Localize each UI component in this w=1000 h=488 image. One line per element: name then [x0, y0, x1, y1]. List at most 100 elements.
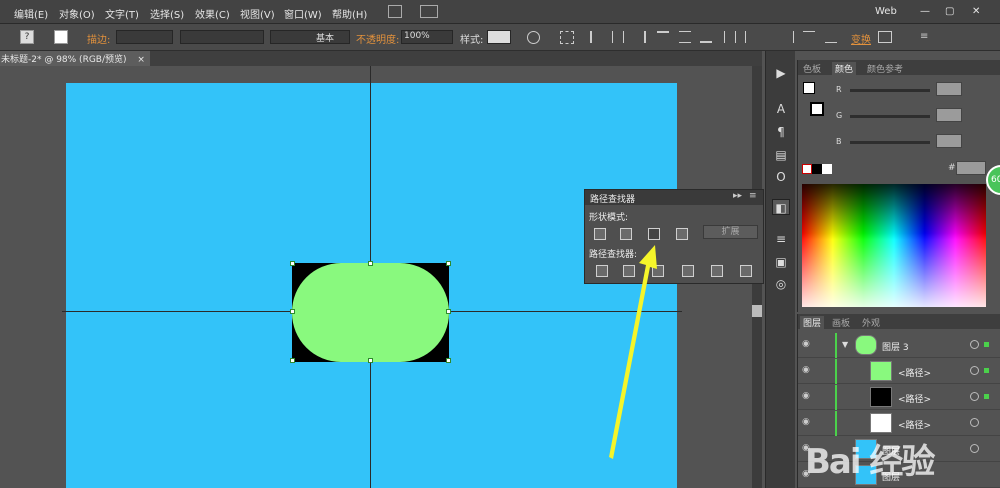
- none-swatch[interactable]: [802, 164, 812, 174]
- visibility-eye-icon[interactable]: ◉: [802, 365, 812, 375]
- path-name[interactable]: <路径>: [898, 366, 931, 379]
- gradient-panel-icon[interactable]: ▣: [772, 254, 790, 270]
- align-to-icon[interactable]: [560, 31, 574, 44]
- outline-icon[interactable]: [711, 265, 723, 277]
- selection-handle[interactable]: [290, 309, 295, 314]
- transparency-panel-icon[interactable]: ◎: [772, 276, 790, 292]
- pathfinder-panel-icon[interactable]: ◧: [772, 199, 790, 215]
- minus-front-icon[interactable]: [620, 228, 632, 240]
- transform-link[interactable]: 变换: [851, 31, 871, 46]
- menu-edit[interactable]: 编辑(E): [14, 6, 48, 21]
- selection-handle[interactable]: [290, 358, 295, 363]
- menu-object[interactable]: 对象(O): [59, 6, 95, 21]
- exclude-icon[interactable]: [676, 228, 688, 240]
- distribute-top-icon[interactable]: [803, 31, 815, 43]
- arrange-docs-icon[interactable]: [420, 5, 438, 18]
- intersect-icon[interactable]: [648, 228, 660, 240]
- layer-name[interactable]: 图层 3: [882, 340, 909, 353]
- paragraph-icon[interactable]: ¶: [772, 124, 790, 140]
- fill-swatch[interactable]: ?: [20, 30, 34, 44]
- tab-appearance[interactable]: 外观: [862, 316, 880, 329]
- layer-row[interactable]: ◉ <路径>: [798, 359, 1000, 384]
- white-swatch[interactable]: [822, 164, 832, 174]
- menu-view[interactable]: 视图(V): [240, 6, 275, 21]
- stroke-swatch[interactable]: [54, 30, 68, 44]
- layer-row[interactable]: ◉ <路径>: [798, 385, 1000, 410]
- character-icon[interactable]: A: [772, 101, 790, 117]
- visibility-eye-icon[interactable]: ◉: [802, 339, 812, 349]
- selection-handle[interactable]: [290, 261, 295, 266]
- menu-window[interactable]: 窗口(W): [284, 6, 322, 21]
- pathfinder-header[interactable]: 路径查找器 ▸▸ ≡: [585, 190, 763, 205]
- tab-artboards[interactable]: 画板: [832, 316, 850, 329]
- unite-icon[interactable]: [594, 228, 606, 240]
- channel-b-slider[interactable]: [850, 141, 930, 144]
- target-circle-icon[interactable]: [970, 392, 979, 401]
- channel-b-field[interactable]: [936, 134, 962, 148]
- target-circle-icon[interactable]: [970, 366, 979, 375]
- variable-width-profile[interactable]: [180, 30, 264, 44]
- stroke-indicator[interactable]: [810, 102, 824, 116]
- distribute-left-icon[interactable]: [724, 31, 736, 43]
- brush-definition[interactable]: 基本: [270, 30, 350, 44]
- restore-icon[interactable]: ▢: [945, 6, 954, 17]
- align-center-icon[interactable]: [612, 31, 624, 43]
- align-middle-icon[interactable]: [679, 31, 691, 43]
- expand-arrow-icon[interactable]: ▼: [842, 340, 848, 349]
- channel-g-field[interactable]: [936, 108, 962, 122]
- selection-handle[interactable]: [446, 358, 451, 363]
- collapse-icon[interactable]: ▸▸: [733, 191, 742, 201]
- bridge-icon[interactable]: [388, 5, 402, 18]
- align-top-icon[interactable]: [657, 31, 669, 43]
- minus-back-icon[interactable]: [740, 265, 752, 277]
- target-circle-icon[interactable]: [970, 340, 979, 349]
- scrollbar-thumb[interactable]: [752, 305, 762, 317]
- minimize-icon[interactable]: —: [920, 6, 930, 17]
- selection-handle[interactable]: [368, 261, 373, 266]
- stroke-label[interactable]: 描边:: [87, 31, 110, 46]
- visibility-eye-icon[interactable]: ◉: [802, 391, 812, 401]
- workspace-switcher[interactable]: Web: [875, 6, 897, 17]
- play-action-icon[interactable]: ▶: [772, 65, 790, 81]
- opacity-field[interactable]: 100%: [401, 30, 453, 44]
- close-tab-icon[interactable]: ×: [137, 55, 145, 65]
- distribute-right-icon[interactable]: [782, 31, 794, 43]
- menu-effect[interactable]: 效果(C): [195, 6, 230, 21]
- menu-select[interactable]: 选择(S): [150, 6, 184, 21]
- channel-r-field[interactable]: [936, 82, 962, 96]
- path-name[interactable]: <路径>: [898, 392, 931, 405]
- selection-handle[interactable]: [446, 309, 451, 314]
- isolate-icon[interactable]: [878, 31, 892, 43]
- align-bottom-icon[interactable]: [700, 31, 712, 43]
- document-tab[interactable]: 未标题-2* @ 98% (RGB/预览) ×: [0, 51, 150, 66]
- opentype-icon[interactable]: O: [772, 169, 790, 185]
- menu-help[interactable]: 帮助(H): [332, 6, 367, 21]
- tab-color[interactable]: 颜色: [832, 62, 857, 75]
- stroke-weight-field[interactable]: [116, 30, 173, 44]
- fill-indicator[interactable]: [803, 82, 815, 94]
- tab-swatches[interactable]: 色板: [803, 62, 821, 75]
- panel-menu-icon[interactable]: ≡: [749, 191, 757, 201]
- align-panel-icon[interactable]: ▤: [772, 147, 790, 163]
- distribute-bottom-icon[interactable]: [825, 31, 837, 43]
- channel-g-slider[interactable]: [850, 115, 930, 118]
- opacity-label[interactable]: 不透明度:: [356, 31, 399, 46]
- tab-layers[interactable]: 图层: [800, 316, 825, 329]
- panel-menu-icon[interactable]: ≡: [920, 31, 980, 43]
- tab-color-guide[interactable]: 颜色参考: [867, 62, 903, 75]
- expand-button[interactable]: 扩展: [703, 225, 758, 239]
- selection-handle[interactable]: [446, 261, 451, 266]
- crop-icon[interactable]: [682, 265, 694, 277]
- recolor-artwork-icon[interactable]: [527, 31, 540, 44]
- channel-r-slider[interactable]: [850, 89, 930, 92]
- align-right-icon[interactable]: [634, 31, 646, 43]
- black-swatch[interactable]: [812, 164, 822, 174]
- menu-type[interactable]: 文字(T): [105, 6, 139, 21]
- selection-handle[interactable]: [368, 358, 373, 363]
- graphic-style-picker[interactable]: [487, 30, 511, 44]
- stroke-panel-icon[interactable]: ≡: [772, 231, 790, 247]
- layer-row[interactable]: ◉ ▼ 图层 3: [798, 333, 1000, 358]
- distribute-center-icon[interactable]: [745, 31, 757, 43]
- close-window-icon[interactable]: ✕: [972, 6, 980, 17]
- align-left-icon[interactable]: [590, 31, 602, 43]
